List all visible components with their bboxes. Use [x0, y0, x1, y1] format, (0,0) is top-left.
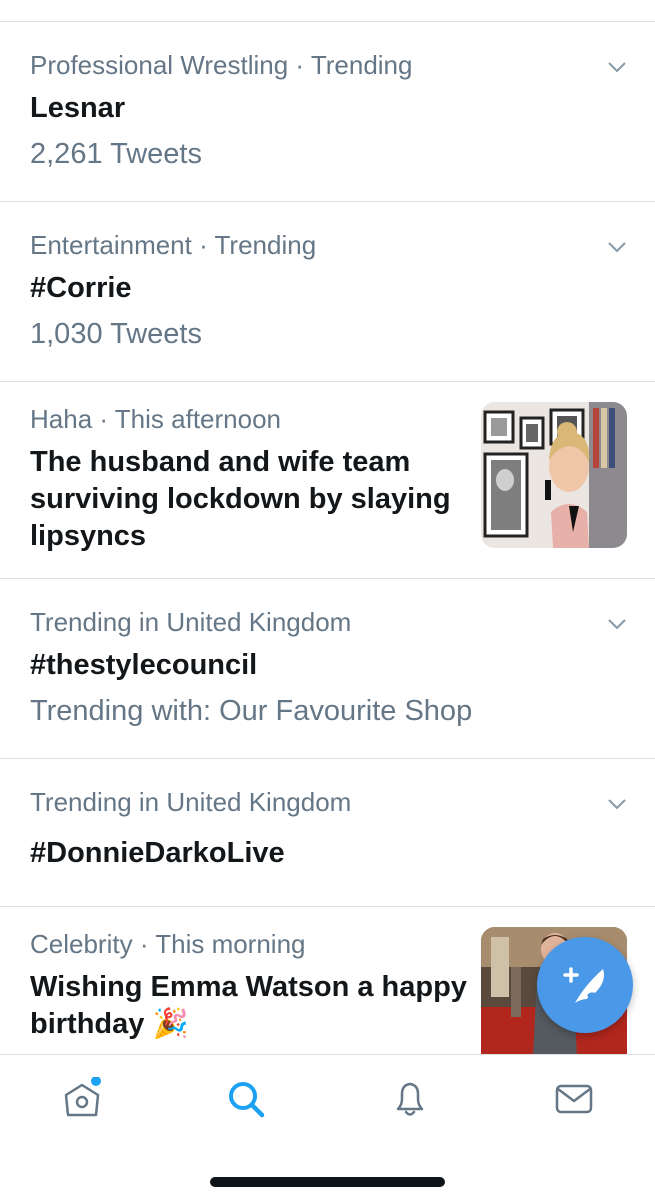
feather-plus-icon	[563, 967, 604, 1003]
tab-notifications[interactable]	[388, 1077, 432, 1121]
tab-messages[interactable]	[552, 1077, 596, 1121]
trend-tweet-count: 1,030 Tweets	[30, 318, 202, 350]
story-meta: Haha · This afternoon	[30, 404, 281, 434]
trend-item[interactable]: Professional Wrestling · Trending Lesnar…	[0, 22, 655, 202]
tab-home[interactable]	[60, 1076, 104, 1121]
chevron-down-icon[interactable]	[607, 797, 627, 811]
story-thumbnail	[481, 402, 627, 548]
notification-dot	[91, 1076, 101, 1086]
trend-item[interactable]: Trending in United Kingdom #thestylecoun…	[0, 579, 655, 759]
mail-icon	[555, 1084, 593, 1114]
trend-tweet-count: 2,261 Tweets	[30, 138, 202, 170]
trend-meta: Trending in United Kingdom	[30, 607, 352, 637]
trend-title: #Corrie	[30, 272, 132, 304]
tab-search[interactable]	[224, 1077, 268, 1121]
home-icon	[64, 1076, 101, 1117]
story-title: Wishing Emma Watson a happy birthday 🎉	[30, 969, 470, 1043]
story-meta: Celebrity · This morning	[30, 929, 306, 959]
trend-item[interactable]: Trending in United Kingdom #DonnieDarkoL…	[0, 759, 655, 907]
chevron-down-icon[interactable]	[607, 617, 627, 631]
trend-item[interactable]: Entertainment · Trending #Corrie 1,030 T…	[0, 202, 655, 382]
trend-title: #DonnieDarkoLive	[30, 837, 285, 869]
home-indicator[interactable]	[210, 1177, 445, 1187]
story-item[interactable]: Haha · This afternoon The husband and wi…	[0, 382, 655, 579]
trend-meta: Professional Wrestling · Trending	[30, 50, 413, 80]
trend-context: Trending with: Our Favourite Shop	[30, 695, 473, 727]
compose-tweet-button[interactable]	[537, 937, 633, 1033]
search-icon	[229, 1082, 265, 1118]
trend-meta: Trending in United Kingdom	[30, 787, 352, 817]
party-popper-emoji: 🎉	[152, 1008, 189, 1040]
bell-icon	[396, 1082, 424, 1116]
trend-title: Lesnar	[30, 92, 126, 124]
story-title: The husband and wife team surviving lock…	[30, 446, 451, 552]
trend-meta: Entertainment · Trending	[30, 230, 317, 260]
trend-title: #thestylecouncil	[30, 649, 258, 681]
chevron-down-icon[interactable]	[607, 240, 627, 254]
trends-feed: Professional Wrestling · Trending Lesnar…	[0, 22, 655, 1067]
story-title-text: Wishing Emma Watson a happy birthday	[30, 971, 467, 1040]
chevron-down-icon[interactable]	[607, 60, 627, 74]
